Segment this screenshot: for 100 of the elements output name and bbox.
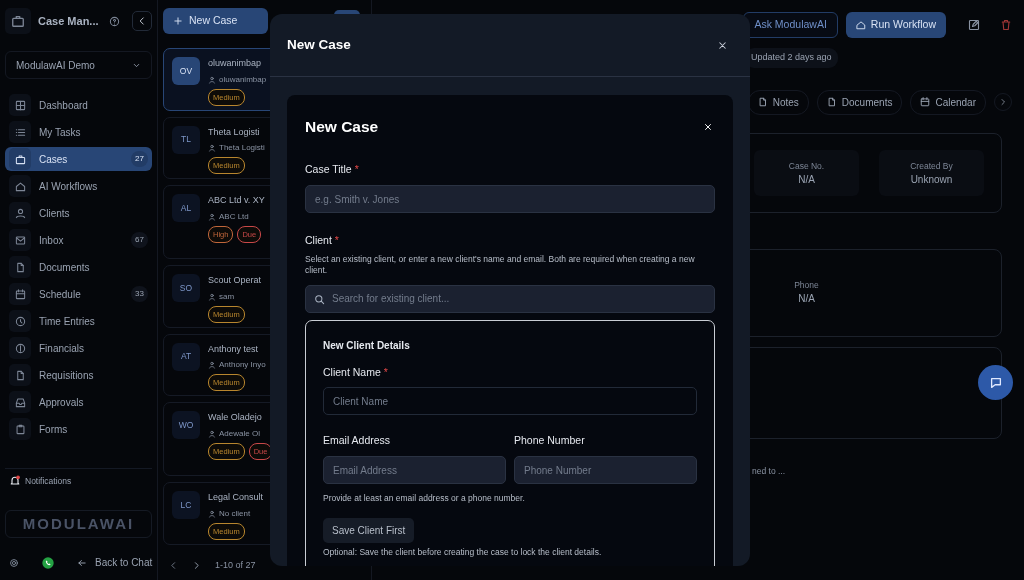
chevron-right-icon[interactable] xyxy=(192,560,201,570)
chevron-left-icon xyxy=(137,16,147,26)
nav-item[interactable]: My Tasks xyxy=(5,120,152,144)
clock-icon xyxy=(14,315,26,327)
initials-avatar: SO xyxy=(172,274,200,302)
nav-item[interactable]: Approvals xyxy=(5,390,152,414)
assigned-text: ned to ... xyxy=(752,464,787,478)
nav-item[interactable]: Inbox 67 xyxy=(5,228,152,252)
person-icon xyxy=(208,509,216,518)
list-icon xyxy=(14,126,26,138)
house-icon xyxy=(14,180,26,192)
phone-field[interactable]: Phone Number xyxy=(514,456,697,485)
case-title: Wale Oladejo xyxy=(208,411,263,424)
person-icon xyxy=(208,292,216,301)
stat-value: Unknown xyxy=(909,173,954,188)
case-title: ABC Ltd v. XY xyxy=(208,194,265,207)
house-icon xyxy=(855,20,866,30)
client-name: oluwanimbap xyxy=(219,73,267,86)
person-icon xyxy=(208,429,216,438)
client-name: Anthony Inyo xyxy=(219,359,266,371)
coin-icon xyxy=(14,342,26,354)
case-title: Legal Consult xyxy=(208,491,264,504)
person-icon xyxy=(208,75,216,84)
back-to-chat-link[interactable]: Back to Chat xyxy=(77,555,153,570)
client-name-field[interactable]: Client Name xyxy=(323,387,697,416)
person-icon xyxy=(208,144,216,152)
count-badge: 27 xyxy=(131,151,148,167)
chat-button[interactable] xyxy=(978,365,1013,400)
run-workflow-button[interactable]: Run Workflow xyxy=(845,12,946,38)
workspace-select[interactable]: ModulawAI Demo xyxy=(5,51,152,79)
client-name: No client xyxy=(219,507,251,520)
required-mark: * xyxy=(334,234,339,246)
initials-avatar: WO xyxy=(172,411,200,439)
trash-icon[interactable] xyxy=(1000,19,1012,31)
person-icon xyxy=(208,361,216,369)
plus-icon xyxy=(173,16,183,26)
stat-value: N/A xyxy=(797,173,816,188)
client-name: Theta Logisti xyxy=(219,142,265,154)
nav-item[interactable]: AI Workflows xyxy=(5,174,152,198)
envelope-icon xyxy=(14,234,26,246)
case-title: Scout Operat xyxy=(208,274,262,287)
case-title: Theta Logisti xyxy=(208,125,261,139)
required-mark: * xyxy=(383,365,388,378)
edit-icon[interactable] xyxy=(968,19,980,31)
document-icon xyxy=(826,97,837,107)
document-icon xyxy=(757,97,768,107)
arrow-left-icon xyxy=(77,557,87,568)
case-title-field[interactable]: e.g. Smith v. Jones xyxy=(305,185,715,213)
required-mark: * xyxy=(354,163,359,176)
field-label: Client xyxy=(305,234,332,246)
ask-ai-button[interactable]: Ask ModulawAI xyxy=(743,12,838,38)
new-case-button[interactable]: New Case xyxy=(163,8,268,34)
clipboard-icon xyxy=(14,423,26,435)
grid-icon xyxy=(14,99,26,111)
tab[interactable]: Documents xyxy=(816,89,903,115)
client-name: ABC Ltd xyxy=(219,210,249,223)
nav-item[interactable]: Dashboard xyxy=(5,93,152,117)
client-name: sam xyxy=(219,290,235,303)
initials-avatar: OV xyxy=(172,57,200,85)
stat-label: Case No. xyxy=(787,159,826,173)
case-title: Anthony test xyxy=(208,342,260,356)
initials-avatar: LC xyxy=(172,491,200,519)
stat-label: Created By xyxy=(909,159,954,173)
document-icon xyxy=(14,261,26,273)
calendar-icon xyxy=(920,97,931,107)
initials-avatar: AT xyxy=(172,342,200,371)
briefcase-icon xyxy=(14,153,26,165)
chat-icon xyxy=(988,375,1003,390)
save-client-button[interactable]: Save Client First xyxy=(323,517,415,543)
nav-item[interactable]: Requisitions xyxy=(5,363,152,387)
initials-avatar: TL xyxy=(172,125,200,154)
nav-item[interactable]: Cases 27 xyxy=(5,147,152,171)
tab[interactable]: Calendar xyxy=(910,89,986,115)
chevron-left-icon[interactable] xyxy=(169,560,178,570)
count-badge: 67 xyxy=(131,232,148,248)
email-field[interactable]: Email Address xyxy=(323,456,506,485)
calendar-icon xyxy=(14,288,26,300)
notifications-label: Notifications xyxy=(25,475,72,488)
stat-label: Phone xyxy=(793,278,820,292)
whatsapp-icon[interactable] xyxy=(41,555,55,570)
field-label: Phone Number xyxy=(514,434,585,447)
nav-item[interactable]: Clients xyxy=(5,201,152,225)
app-title: Case Man... xyxy=(38,13,99,29)
gear-icon[interactable] xyxy=(9,557,19,568)
help-icon[interactable] xyxy=(109,15,120,27)
nav-item[interactable]: Financials xyxy=(5,336,152,360)
tray-icon xyxy=(14,396,26,408)
nav-item[interactable]: Forms xyxy=(5,417,152,441)
field-label: Case Title xyxy=(305,163,352,176)
nav-item[interactable]: Schedule 33 xyxy=(5,282,152,306)
nav-item[interactable]: Time Entries xyxy=(5,309,152,333)
nav-item[interactable]: Documents xyxy=(5,255,152,279)
bell-icon xyxy=(9,475,21,488)
logo-icon xyxy=(5,8,31,34)
initials-avatar: AL xyxy=(172,194,200,222)
close-icon xyxy=(717,39,728,51)
person-icon xyxy=(14,207,26,219)
close-icon xyxy=(703,121,713,132)
case-title: oluwanimbap xyxy=(208,57,263,70)
client-search-field[interactable]: Search for existing client... xyxy=(305,284,715,313)
